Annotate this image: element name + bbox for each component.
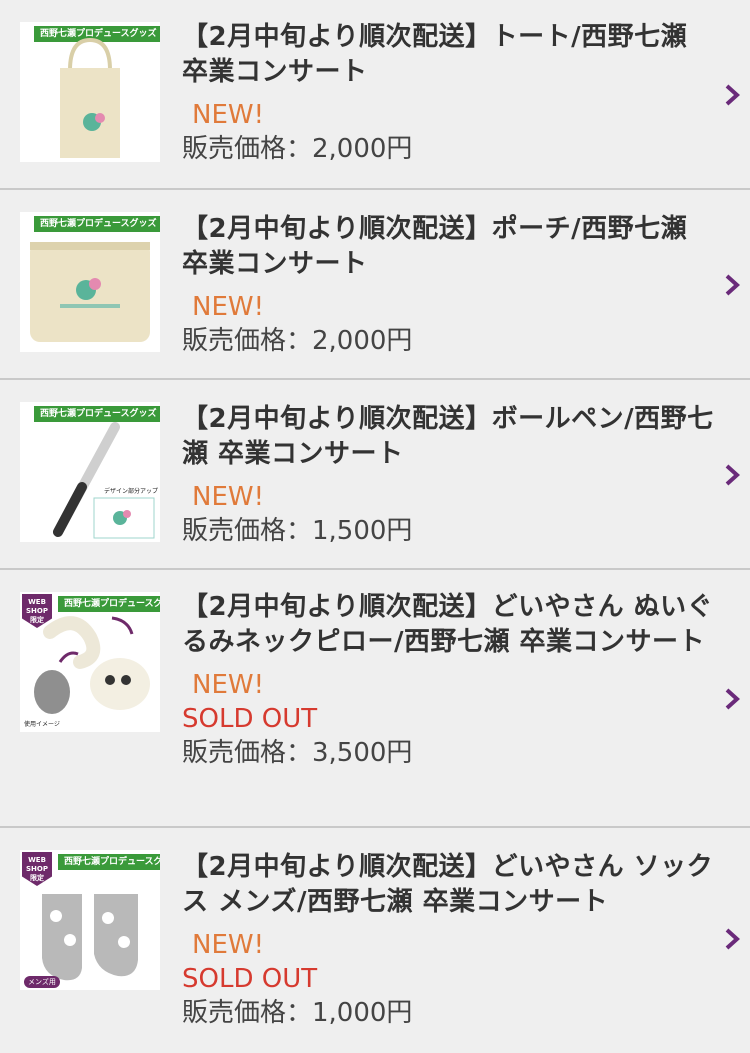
ballpoint-pen-image [53, 422, 155, 539]
new-badge: NEW! [192, 670, 265, 700]
chevron-right-icon[interactable] [724, 84, 740, 106]
product-list: 西野七瀬プロデュースグッズ 【2月中旬より順次配送】トート/西野七瀬 卒業コンサ… [0, 0, 750, 1053]
product-title[interactable]: 【2月中旬より順次配送】ボールペン/西野七瀬 卒業コンサート [182, 402, 722, 472]
product-price: 販売価格：2,000円 [182, 134, 413, 164]
new-badge: NEW! [192, 292, 265, 322]
product-thumbnail[interactable]: WEB SHOP 限定 西野七瀬プロデュースグッズ 使用イメージ [20, 592, 160, 732]
product-item[interactable]: WEB SHOP 限定 西野七瀬プロデュースグッズ メンズ用 【2月中旬より順次… [0, 828, 750, 1053]
chevron-right-icon[interactable] [724, 464, 740, 486]
product-title[interactable]: 【2月中旬より順次配送】どいやさん ソックス メンズ/西野七瀬 卒業コンサート [182, 850, 722, 920]
new-badge: NEW! [192, 482, 265, 512]
product-item[interactable]: WEB SHOP 限定 西野七瀬プロデュースグッズ 使用イメージ 【2月中旬より… [0, 570, 750, 828]
tote-bag-image [60, 37, 120, 158]
thumb-caption: 使用イメージ [24, 721, 60, 728]
product-title[interactable]: 【2月中旬より順次配送】トート/西野七瀬 卒業コンサート [182, 20, 722, 90]
product-price: 販売価格：1,000円 [182, 998, 413, 1028]
product-price: 販売価格：2,000円 [182, 326, 413, 356]
product-item[interactable]: 西野七瀬プロデュースグッズ 【2月中旬より順次配送】ポーチ/西野七瀬 卒業コンサ… [0, 190, 750, 380]
chevron-right-icon[interactable] [724, 688, 740, 710]
product-title[interactable]: 【2月中旬より順次配送】ポーチ/西野七瀬 卒業コンサート [182, 212, 722, 282]
sold-out-badge: SOLD OUT [182, 964, 318, 994]
product-thumbnail[interactable]: 西野七瀬プロデュースグッズ [20, 212, 160, 352]
pouch-image [30, 242, 150, 342]
product-title[interactable]: 【2月中旬より順次配送】どいやさん ぬいぐるみネックピロー/西野七瀬 卒業コンサ… [182, 590, 722, 660]
neck-pillow-image [34, 616, 150, 714]
socks-image [42, 894, 138, 981]
product-item[interactable]: 西野七瀬プロデュースグッズ デザイン部分アップ 【2月中旬より順次配送】ボールペ… [0, 380, 750, 570]
chevron-right-icon[interactable] [724, 928, 740, 950]
product-price: 販売価格：3,500円 [182, 738, 413, 768]
product-item[interactable]: 西野七瀬プロデュースグッズ 【2月中旬より順次配送】トート/西野七瀬 卒業コンサ… [0, 0, 750, 190]
chevron-right-icon[interactable] [724, 274, 740, 296]
product-price: 販売価格：1,500円 [182, 516, 413, 546]
thumb-caption: デザイン部分アップ [104, 488, 159, 495]
new-badge: NEW! [192, 930, 265, 960]
sold-out-badge: SOLD OUT [182, 704, 318, 734]
product-thumbnail[interactable]: WEB SHOP 限定 西野七瀬プロデュースグッズ メンズ用 [20, 850, 160, 990]
product-thumbnail[interactable]: 西野七瀬プロデュースグッズ [20, 22, 160, 162]
thumb-caption: メンズ用 [24, 976, 60, 988]
new-badge: NEW! [192, 100, 265, 130]
product-thumbnail[interactable]: 西野七瀬プロデュースグッズ デザイン部分アップ [20, 402, 160, 542]
